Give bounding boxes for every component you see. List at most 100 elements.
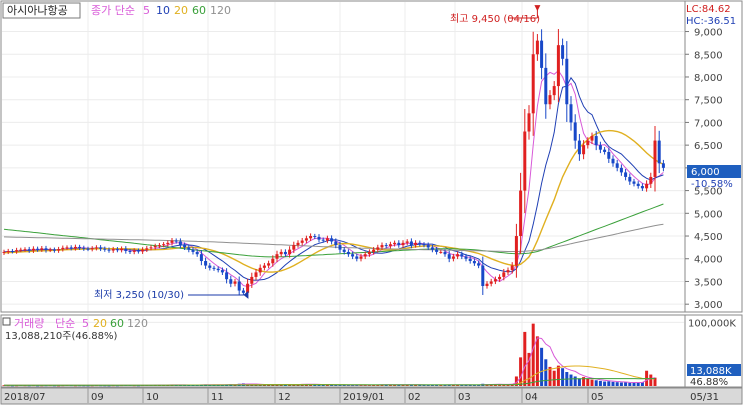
- price-tick-label: 3,500: [694, 277, 723, 288]
- price-tick-label: 7,500: [694, 96, 723, 107]
- candle-body: [653, 140, 657, 177]
- candle-body: [481, 265, 485, 287]
- date-label: 02: [408, 392, 421, 403]
- candle-body: [548, 95, 552, 105]
- candle-body: [619, 167, 623, 173]
- price-tick-label: 7,000: [694, 118, 723, 129]
- candle-body: [262, 265, 266, 268]
- candle-body: [27, 249, 31, 251]
- candle-body: [510, 265, 514, 271]
- candle-body: [313, 236, 317, 238]
- current-price-text: 6,000: [691, 167, 720, 178]
- candle-body: [456, 254, 460, 257]
- candle-body: [212, 267, 216, 269]
- candle-body: [577, 140, 581, 155]
- volume-bar: [598, 380, 602, 386]
- date-label: 05/31: [690, 392, 719, 403]
- price-ma-period-10: 10: [156, 4, 170, 17]
- volume-bar: [573, 376, 577, 386]
- candle-body: [628, 176, 632, 182]
- candle-body: [405, 241, 409, 243]
- candle-body: [443, 251, 447, 255]
- volume-bar: [611, 381, 615, 386]
- candle-body: [355, 256, 359, 259]
- candle-body: [393, 242, 397, 245]
- volume-bar: [615, 382, 619, 386]
- volume-label: 거래량: [14, 317, 44, 330]
- candle-body: [300, 240, 304, 243]
- candle-body: [136, 250, 140, 252]
- candle-body: [472, 261, 476, 264]
- price-tick-label: 4,500: [694, 232, 723, 243]
- candle-body: [657, 140, 661, 164]
- volume-bar: [594, 380, 598, 386]
- candle-body: [233, 281, 237, 284]
- candle-body: [661, 163, 665, 168]
- candle-body: [388, 244, 392, 247]
- price-tick-label: 9,000: [694, 28, 723, 39]
- current-volume-text: 13,088K: [690, 366, 732, 377]
- candle-body: [153, 246, 157, 248]
- volume-bar: [590, 379, 594, 386]
- candle-body: [115, 249, 119, 251]
- candle-body: [645, 183, 649, 189]
- candle-body: [111, 249, 115, 251]
- candle-body: [460, 254, 464, 257]
- candle-body: [569, 104, 573, 123]
- price-ma-period-60: 60: [192, 4, 206, 17]
- candle-body: [52, 249, 56, 251]
- candle-body: [506, 270, 510, 273]
- candle-body: [103, 248, 107, 250]
- current-change-text: -10.58%: [691, 179, 733, 190]
- candle-body: [145, 248, 149, 250]
- candle-body: [23, 249, 27, 251]
- candle-body: [414, 242, 418, 246]
- candle-body: [477, 263, 481, 266]
- candle-body: [2, 251, 6, 253]
- candle-body: [61, 247, 65, 250]
- candle-body: [204, 261, 208, 266]
- volume-legend-box: [2, 317, 11, 326]
- lc-text: LC:84.62: [686, 4, 731, 15]
- volume-bar: [561, 368, 565, 386]
- candle-body: [57, 249, 61, 251]
- volume-bar: [636, 382, 640, 386]
- candle-body: [493, 279, 497, 282]
- date-label: 11: [211, 392, 224, 403]
- stock-chart[interactable]: 3,0003,5004,0004,5005,0005,5006,0006,500…: [0, 0, 743, 405]
- candle-body: [44, 248, 48, 251]
- candle-body: [65, 247, 69, 249]
- volume-bar: [523, 331, 527, 386]
- candle-body: [485, 283, 489, 287]
- date-label: 12: [278, 392, 291, 403]
- candle-body: [241, 290, 245, 293]
- candle-body: [607, 151, 611, 159]
- candle-body: [594, 136, 598, 146]
- date-label: 09: [91, 392, 104, 403]
- volume-bar: [632, 382, 636, 386]
- latest-volume-text: 13,088,210주(46.88%): [5, 331, 117, 342]
- candle-body: [338, 245, 342, 250]
- date-label: 03: [458, 392, 471, 403]
- volume-bar: [649, 374, 653, 386]
- candle-body: [6, 251, 10, 253]
- candle-body: [317, 236, 321, 240]
- candle-body: [237, 281, 241, 291]
- candle-body: [15, 250, 19, 252]
- candle-body: [208, 265, 212, 268]
- candle-body: [267, 263, 271, 266]
- candle-body: [187, 247, 191, 250]
- candle-body: [464, 256, 468, 259]
- candle-body: [10, 251, 14, 253]
- date-label: 04: [525, 392, 538, 403]
- candle-body: [40, 248, 44, 250]
- stock-name: 아시아나항공: [7, 4, 68, 17]
- candle-body: [107, 249, 111, 251]
- candle-body: [527, 113, 531, 132]
- price-tick-label: 6,500: [694, 141, 723, 152]
- candle-body: [36, 248, 40, 250]
- candle-body: [325, 238, 329, 241]
- candle-body: [199, 254, 203, 262]
- volume-ma-label: 단순: [55, 317, 75, 330]
- candle-body: [225, 272, 229, 280]
